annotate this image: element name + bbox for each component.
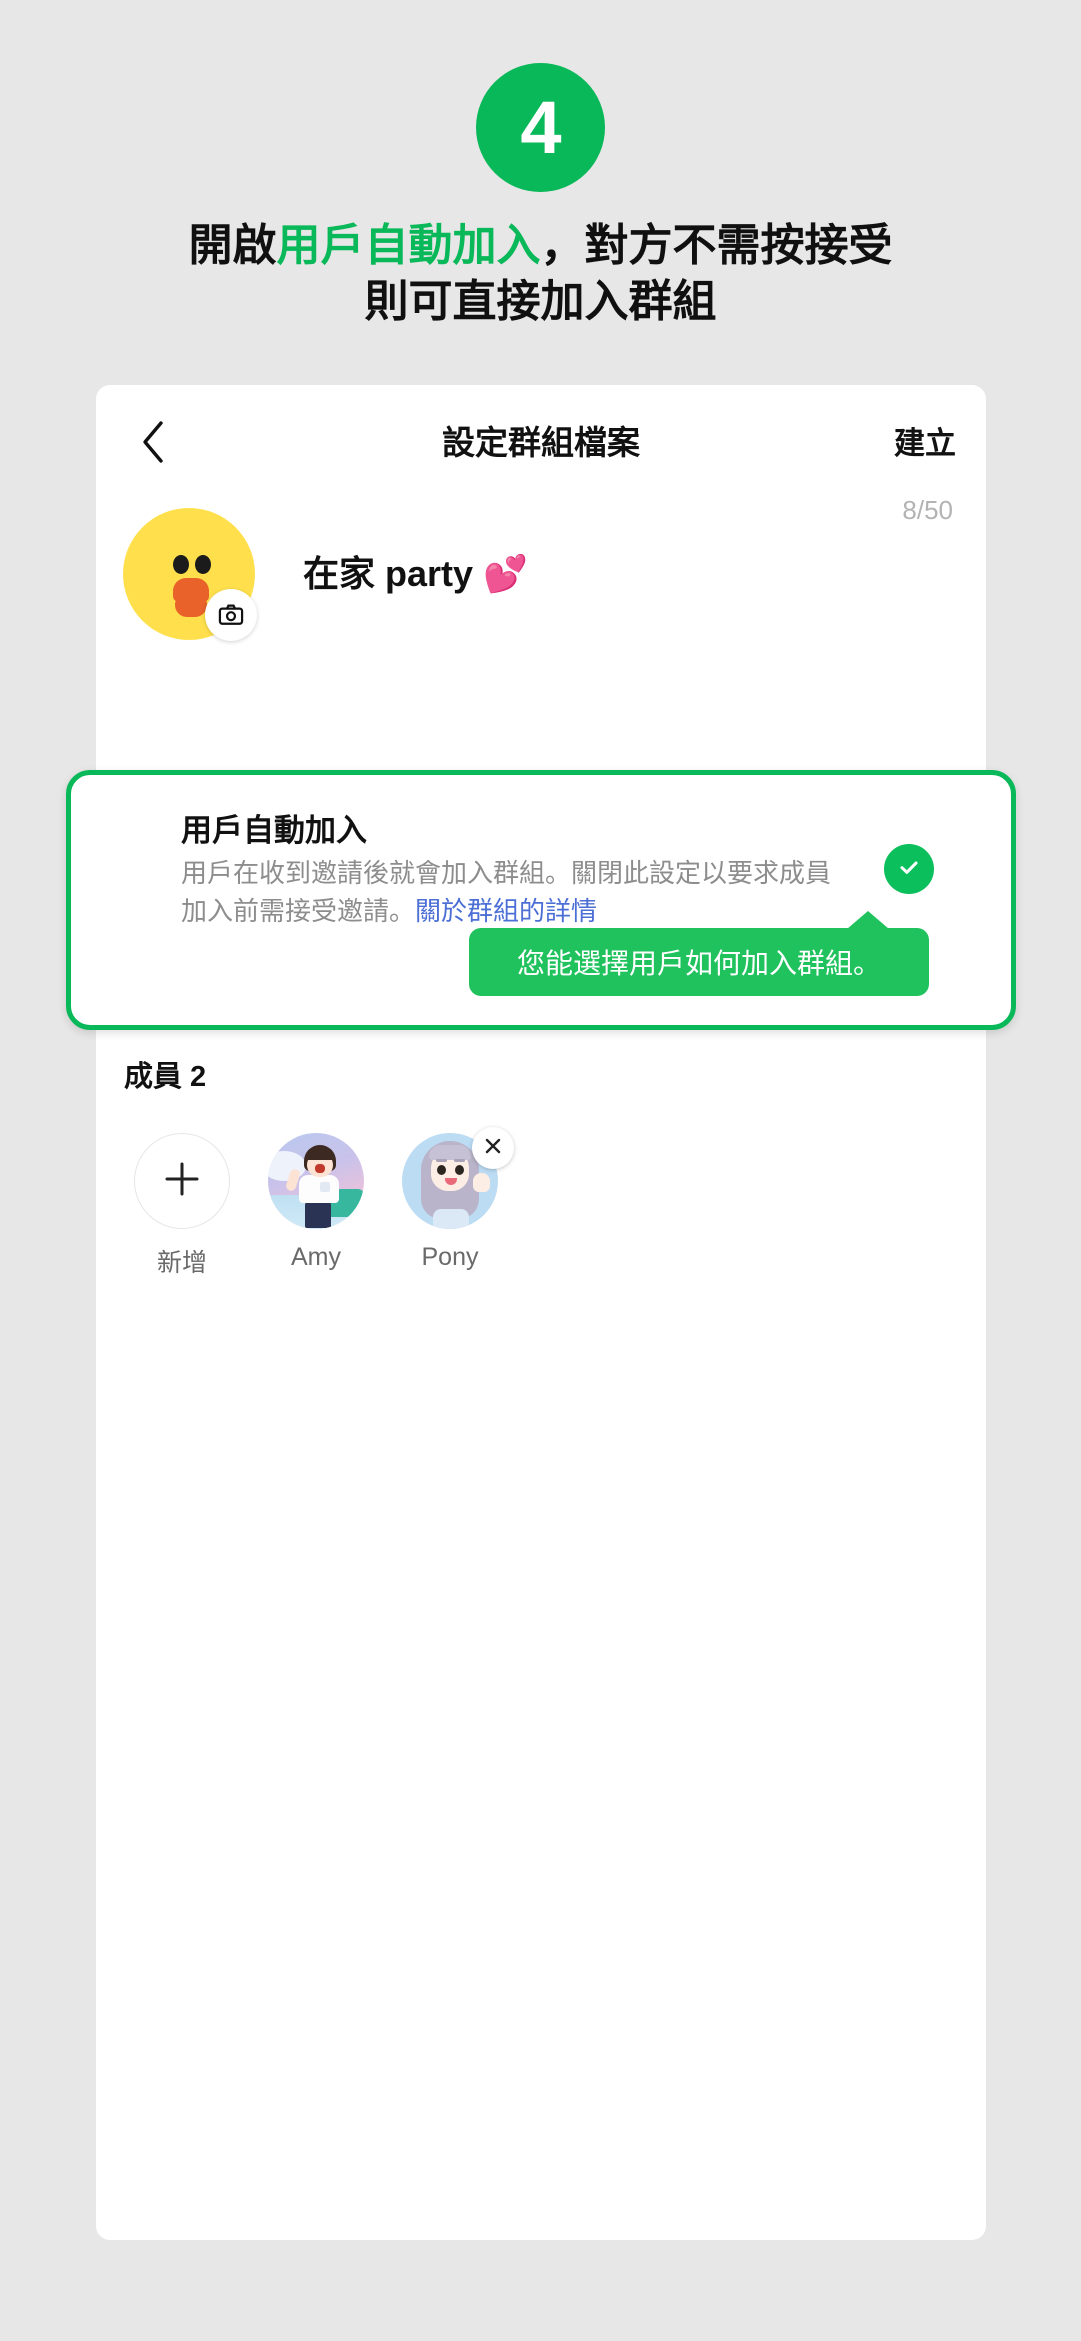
amy-mouth-shape [315,1164,325,1173]
tooltip-text: 您能選擇用戶如何加入群組。 [516,948,881,979]
check-circle-icon [895,853,923,886]
amy-pants-shape [305,1200,331,1228]
plus-icon [161,1158,203,1205]
amy-bangs-shape [305,1149,335,1160]
step-badge: 4 [476,63,605,192]
members-list: 新增 Amy Pony [124,1127,964,1279]
pony-top-shape [433,1209,469,1229]
create-button[interactable]: 建立 [894,385,956,495]
headline-line-1: 開啟用戶自動加入，對方不需按接受 [0,218,1081,274]
auto-join-description: 用戶在收到邀請後就會加入群組。關閉此設定以要求成員加入前需接受邀請。關於群組的詳… [181,855,831,930]
group-avatar-wrapper[interactable] [123,508,257,641]
auto-join-title: 用戶自動加入 [181,813,367,848]
amy-shirt-shape [299,1175,339,1203]
step-number: 4 [520,85,561,169]
avatar-eye-right [195,555,211,574]
member-label: 新增 [156,1249,207,1277]
screen-header: 設定群組檔案 建立 [96,385,986,495]
amy-pocket-shape [320,1182,330,1192]
page-title: 設定群組檔案 [442,424,640,461]
amy-avatar[interactable] [268,1133,364,1229]
group-name-value[interactable]: 在家 party 💕 [303,545,528,597]
member-label: Pony [421,1243,479,1271]
headline-suffix: ，對方不需按接受 [540,221,893,270]
auto-join-setting-highlight[interactable]: 用戶自動加入 用戶在收到邀請後就會加入群組。關閉此設定以要求成員加入前需接受邀請… [66,770,1016,1030]
pony-bangs-shape [429,1145,471,1160]
member-add-cell[interactable]: 新增 [124,1133,240,1279]
char-counter: 8/50 [902,495,953,525]
headline-highlight: 用戶自動加入 [276,221,541,270]
tooltip-arrow-icon [847,911,889,929]
pony-hand-shape [473,1173,490,1192]
remove-member-button[interactable] [472,1127,514,1169]
page-headline: 開啟用戶自動加入，對方不需按接受 則可直接加入群組 [0,218,1081,331]
auto-join-tooltip: 您能選擇用戶如何加入群組。 [469,911,929,996]
pony-eye-left [437,1165,446,1175]
add-member-button[interactable] [134,1133,230,1229]
camera-icon[interactable] [205,589,257,641]
pony-brow-left [436,1159,447,1162]
member-cell-amy[interactable]: Amy [258,1133,374,1279]
auto-join-toggle[interactable] [884,844,934,894]
headline-prefix: 開啟 [188,221,277,270]
headline-line-2: 則可直接加入群組 [364,277,717,327]
group-details-link[interactable]: 關於群組的詳情 [415,896,597,926]
pony-eye-right [455,1165,464,1175]
member-label: Amy [291,1243,341,1271]
close-icon [483,1136,503,1161]
avatar-beak-bottom [175,598,207,617]
member-cell-pony[interactable]: Pony [392,1127,514,1279]
phone-screen-card: 設定群組檔案 建立 在家 party 💕 8/50 用戶自動加入 用戶在收到邀請… [66,385,1016,2240]
avatar-eye-left [173,555,189,574]
pony-brow-right [454,1159,465,1162]
members-section-label: 成員 2 [124,1061,207,1093]
group-profile-row: 在家 party 💕 8/50 [96,495,986,690]
